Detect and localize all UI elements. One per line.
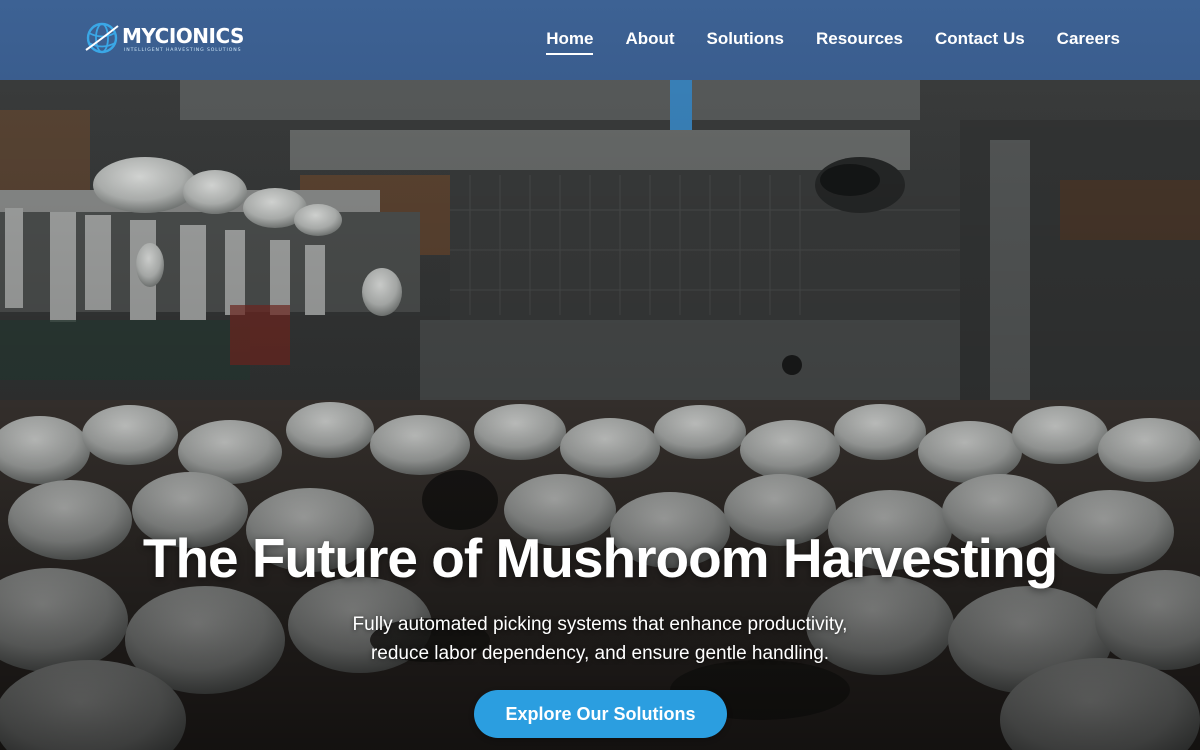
nav-contact-us[interactable]: Contact Us (935, 29, 1025, 53)
nav-about[interactable]: About (625, 29, 674, 53)
hero-title: The Future of Mushroom Harvesting (142, 527, 1058, 589)
hero-section: The Future of Mushroom Harvesting Fully … (0, 80, 1200, 750)
globe-icon (85, 22, 119, 54)
brand-logo[interactable]: MYCIONICS INTELLIGENT HARVESTING SOLUTIO… (84, 18, 254, 60)
main-nav: Home About Solutions Resources Contact U… (546, 29, 1120, 55)
hero-subtitle-line-2: reduce labor dependency, and ensure gent… (370, 643, 830, 664)
nav-careers[interactable]: Careers (1057, 29, 1120, 53)
nav-solutions[interactable]: Solutions (707, 29, 784, 53)
brand-tagline: INTELLIGENT HARVESTING SOLUTIONS (124, 48, 242, 53)
brand-name: MYCIONICS (122, 24, 244, 48)
site-header: MYCIONICS INTELLIGENT HARVESTING SOLUTIO… (0, 0, 1200, 80)
explore-solutions-button[interactable]: Explore Our Solutions (474, 690, 727, 738)
nav-home[interactable]: Home (546, 29, 594, 55)
hero-subtitle-line-1: Fully automated picking systems that enh… (352, 614, 848, 635)
hero-subtitle: Fully automated picking systems that enh… (300, 610, 900, 668)
nav-resources[interactable]: Resources (816, 29, 903, 53)
